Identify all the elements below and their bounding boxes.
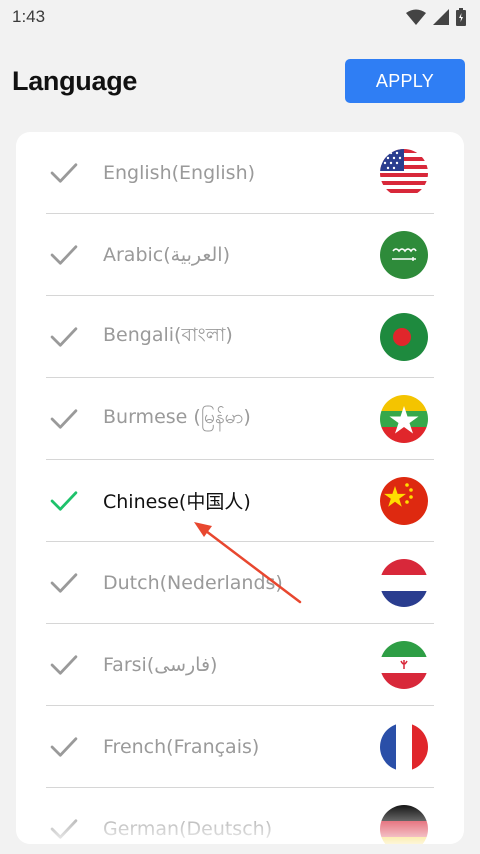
language-label: Chinese(中国人) [103, 491, 251, 513]
language-label: English(English) [103, 161, 256, 184]
page-title: Language [12, 65, 138, 96]
check-icon [50, 399, 90, 439]
language-label: Arabic(العربية) [103, 243, 231, 266]
signal-icon [433, 9, 449, 25]
us-flag-icon [380, 148, 428, 197]
language-card: English(English) Arabic(العربية) Bengali(ব… [16, 132, 464, 844]
language-label: Bengali(বাংলা) [103, 323, 233, 346]
wifi-icon [406, 9, 426, 25]
language-row[interactable]: English(English) [46, 132, 434, 214]
check-icon [50, 809, 90, 844]
language-row[interactable]: Bengali(বাংলা) [46, 296, 434, 378]
iran-flag-icon [380, 640, 428, 689]
saudi-flag-icon [380, 230, 428, 279]
language-list: English(English) Arabic(العربية) Bengali(ব… [16, 132, 464, 844]
china-flag-icon [380, 476, 428, 525]
language-label: French(Français) [103, 735, 260, 758]
language-row[interactable]: Farsi(فارسی) [46, 624, 434, 706]
language-row[interactable]: Arabic(العربية) [46, 214, 434, 296]
status-icons [406, 8, 466, 26]
germany-flag-icon [380, 805, 428, 844]
header: Language APPLY [0, 56, 480, 106]
check-icon [50, 563, 90, 603]
language-label: Burmese (မြန်မာ) [103, 405, 251, 428]
status-bar: 1:43 [0, 0, 480, 34]
status-time: 1:43 [12, 7, 46, 26]
language-row[interactable]: Burmese (မြန်မာ) [46, 378, 434, 460]
annotation-arrow-icon [194, 522, 302, 604]
check-icon [50, 645, 90, 685]
check-icon [50, 235, 90, 275]
battery-icon [456, 8, 466, 26]
apply-button[interactable]: APPLY [345, 59, 465, 103]
check-icon [50, 481, 90, 521]
language-label: German(Deutsch) [103, 818, 273, 840]
language-row[interactable]: French(Français) [46, 706, 434, 788]
check-icon [50, 317, 90, 357]
check-icon [50, 727, 90, 767]
language-label: Farsi(فارسی) [103, 653, 218, 676]
myanmar-flag-icon [380, 394, 428, 443]
netherlands-flag-icon [380, 558, 428, 607]
bangladesh-flag-icon [380, 312, 428, 361]
check-icon [50, 153, 90, 193]
language-row[interactable]: German(Deutsch) [46, 788, 434, 844]
france-flag-icon [380, 722, 428, 771]
